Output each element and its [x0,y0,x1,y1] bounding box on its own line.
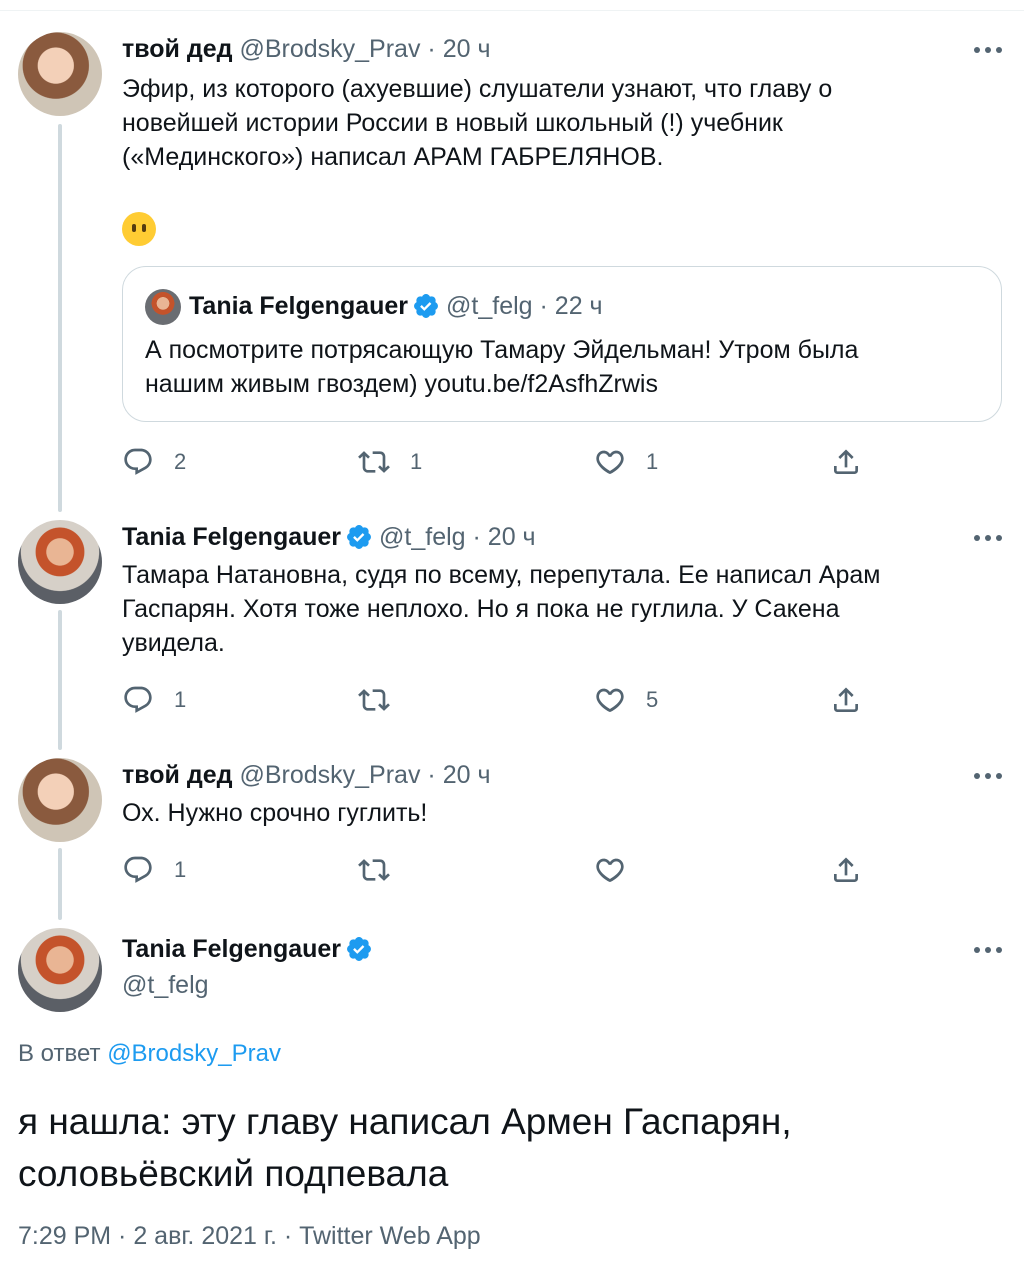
author-handle[interactable]: @t_felg [379,523,466,551]
reply-icon [122,446,154,478]
reply-context: В ответ @Brodsky_Prav [18,1040,281,1068]
like-icon [594,446,626,478]
like-icon [594,854,626,886]
tweet-text-line: Тамара Натановна, судя по всему, перепут… [122,561,881,589]
share-icon [830,446,862,478]
tweet-text-line: А посмотрите потрясающую Тамару Эйдельма… [145,336,859,364]
main-tweet-author-name-row: Tania Felgengauer [122,934,379,964]
more-icon[interactable] [974,770,1002,780]
tweet-text-line: Эфир, из которого (ахуевшие) слушатели у… [122,75,833,103]
tweet-text: Эфир, из которого (ахуевшие) слушатели у… [122,72,1002,174]
retweet-button[interactable] [358,682,410,718]
reply-button[interactable]: 1 [122,852,186,888]
like-button[interactable]: 1 [594,444,658,480]
tweet-text-line: Ох. Нужно срочно гуглить! [122,799,428,827]
tweet-timestamp-source[interactable]: 7:29 PM · 2 авг. 2021 г. · Twitter Web A… [18,1222,481,1251]
author-name[interactable]: твой дед [122,761,233,789]
more-icon[interactable] [974,944,1002,954]
top-divider [0,10,1024,11]
verified-badge-icon [345,523,373,551]
tweet-text-line: нашим живым гвоздем) youtu.be/f2AsfhZrwi… [145,370,658,398]
reply-to-link[interactable]: @Brodsky_Prav [107,1040,281,1067]
no-mouth-emoji-icon [122,212,156,246]
verified-badge-icon [412,292,440,320]
avatar[interactable] [18,758,102,842]
more-icon[interactable] [974,532,1002,542]
tweet-text-line: новейшей истории России в новый школьный… [122,109,783,137]
retweet-button[interactable]: 1 [358,444,422,480]
main-tweet-handle-row: @t_felg [122,970,209,1000]
tweet-text: Ох. Нужно срочно гуглить! [122,796,1002,830]
like-button[interactable] [594,852,646,888]
tweet-actions: 2 1 1 [122,444,1002,480]
reply-button[interactable]: 1 [122,682,186,718]
avatar[interactable] [18,520,102,604]
author-name[interactable]: Tania Felgengauer [122,935,341,963]
quoted-tweet[interactable]: Tania Felgengauer @t_felg · 22 ч А посмот… [122,266,1002,422]
tweet-text-line: Гаспарян. Хотя тоже неплохо. Но я пока н… [122,595,840,623]
verified-badge-icon [345,935,373,963]
author-name: Tania Felgengauer [189,292,409,320]
reply-count: 1 [174,857,187,882]
reply-button[interactable]: 2 [122,444,186,480]
retweet-button[interactable] [358,852,410,888]
author-name[interactable]: твой дед [122,35,233,63]
quoted-tweet-header: Tania Felgengauer @t_felg · 22 ч [189,291,603,321]
avatar [145,289,181,325]
like-count: 5 [646,687,659,712]
tweet-text: Тамара Натановна, судя по всему, перепут… [122,558,1002,660]
author-handle: @t_felg [446,292,533,320]
author-handle[interactable]: @Brodsky_Prav [239,35,420,63]
author-handle[interactable]: @Brodsky_Prav [239,761,420,789]
reply-icon [122,854,154,886]
reply-icon [122,684,154,716]
share-button[interactable] [830,682,862,718]
retweet-icon [358,684,390,716]
avatar[interactable] [18,928,102,1012]
tweet-header: Tania Felgengauer @t_felg · 20 ч [122,522,536,552]
thread-connector [58,848,62,920]
retweet-icon [358,854,390,886]
like-button[interactable]: 5 [594,682,658,718]
tweet-text-line: («Мединского») написал АРАМ ГАБРЕЛЯНОВ. [122,143,664,171]
tweet-text-line: увидела. [122,629,225,657]
tweet-time[interactable]: · 20 ч [427,35,490,63]
author-handle[interactable]: @t_felg [122,971,209,999]
tweet-text-line: я нашла: эту главу написал Армен Гаспаря… [18,1101,792,1142]
share-button[interactable] [830,852,862,888]
avatar[interactable] [18,32,102,116]
tweet-actions: 1 5 [122,682,1002,718]
share-icon [830,854,862,886]
main-tweet-text: я нашла: эту главу написал Армен Гаспаря… [18,1096,1008,1200]
share-icon [830,684,862,716]
tweet-time: · 22 ч [539,292,603,320]
thread-connector [58,124,62,512]
tweet-text-line: соловьёвский подпевала [18,1153,449,1194]
more-icon[interactable] [974,44,1002,54]
quoted-tweet-text: А посмотрите потрясающую Тамару Эйдельма… [145,333,985,401]
like-icon [594,684,626,716]
reply-prefix: В ответ [18,1040,101,1067]
retweet-count: 1 [410,449,423,474]
tweet-header: твой дед @Brodsky_Prav · 20 ч [122,34,490,64]
thread-connector [58,610,62,750]
like-count: 1 [646,449,659,474]
tweet-actions: 1 [122,852,1002,888]
tweet-header: твой дед @Brodsky_Prav · 20 ч [122,760,490,790]
retweet-icon [358,446,390,478]
reply-count: 1 [174,687,187,712]
tweet-time[interactable]: · 20 ч [427,761,490,789]
share-button[interactable] [830,444,862,480]
tweet-time[interactable]: · 20 ч [473,523,536,551]
author-name[interactable]: Tania Felgengauer [122,523,341,551]
reply-count: 2 [174,449,187,474]
